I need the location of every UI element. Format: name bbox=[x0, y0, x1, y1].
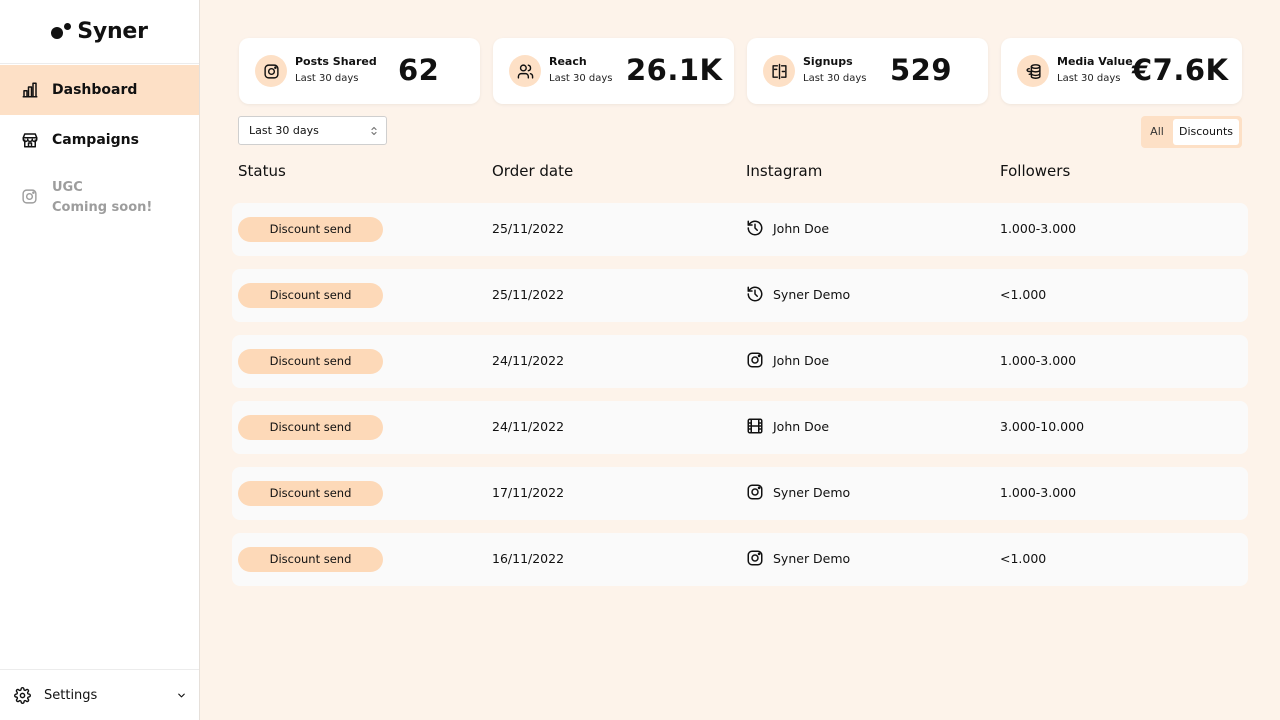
instagram-cell[interactable]: Syner Demo bbox=[746, 483, 850, 501]
table-row[interactable]: Discount send 25/11/2022 Syner Demo <1.0… bbox=[232, 269, 1248, 322]
toggle-discounts[interactable]: Discounts bbox=[1173, 119, 1239, 145]
table-row[interactable]: Discount send 16/11/2022 Syner Demo <1.0… bbox=[232, 533, 1248, 586]
followers-range: 1.000-3.000 bbox=[1000, 485, 1077, 500]
sidebar: Syner Dashboard Campaigns UGC Coming soo… bbox=[0, 0, 200, 720]
sidebar-item-dashboard[interactable]: Dashboard bbox=[0, 65, 199, 115]
instagram-name: John Doe bbox=[773, 220, 830, 236]
reel-icon bbox=[747, 418, 763, 434]
instagram-name: Syner Demo bbox=[773, 484, 851, 500]
column-header-followers: Followers bbox=[1000, 162, 1071, 180]
stat-period: Last 30 days bbox=[295, 73, 359, 84]
store-icon bbox=[22, 133, 38, 148]
sidebar-item-campaigns[interactable]: Campaigns bbox=[0, 115, 199, 165]
bar-chart-icon bbox=[22, 82, 38, 98]
followers-range: <1.000 bbox=[1000, 551, 1047, 566]
instagram-cell[interactable]: John Doe bbox=[746, 417, 829, 435]
logo-text: Syner bbox=[77, 19, 148, 44]
chevron-down-icon bbox=[178, 693, 185, 698]
column-header-status: Status bbox=[238, 162, 286, 180]
stat-card-reach: Reach Last 30 days 26.1K bbox=[493, 38, 734, 104]
signup-icon bbox=[763, 55, 795, 87]
instagram-name: Syner Demo bbox=[773, 286, 851, 302]
status-badge: Discount send bbox=[238, 217, 383, 242]
status-badge: Discount send bbox=[238, 349, 383, 374]
status-badge: Discount send bbox=[238, 283, 383, 308]
ugc-coming-soon: Coming soon! bbox=[52, 200, 153, 215]
stat-value: 62 bbox=[398, 53, 440, 87]
status-badge: Discount send bbox=[238, 481, 383, 506]
followers-range: <1.000 bbox=[1000, 287, 1047, 302]
status-badge: Discount send bbox=[238, 415, 383, 440]
coins-icon bbox=[1017, 55, 1049, 87]
instagram-name: Syner Demo bbox=[773, 550, 851, 566]
order-date: 16/11/2022 bbox=[492, 551, 565, 566]
table-row[interactable]: Discount send 17/11/2022 Syner Demo 1.00… bbox=[232, 467, 1248, 520]
logo[interactable]: Syner bbox=[0, 0, 199, 64]
table-row[interactable]: Discount send 25/11/2022 John Doe 1.000-… bbox=[232, 203, 1248, 256]
stat-value: 26.1K bbox=[626, 53, 723, 87]
stat-period: Last 30 days bbox=[549, 73, 613, 84]
period-select[interactable]: Last 30 days bbox=[238, 116, 387, 145]
stat-label: Reach bbox=[549, 55, 587, 68]
instagram-icon bbox=[22, 189, 37, 204]
stat-period: Last 30 days bbox=[1057, 73, 1121, 84]
stat-value: €7.6K bbox=[1132, 53, 1229, 87]
column-header-instagram: Instagram bbox=[746, 162, 823, 180]
instagram-icon bbox=[747, 352, 763, 368]
logo-mark-icon bbox=[51, 22, 73, 42]
users-icon bbox=[509, 55, 541, 87]
sidebar-item-label: Campaigns bbox=[52, 132, 139, 148]
history-icon bbox=[747, 286, 763, 302]
order-date: 24/11/2022 bbox=[492, 419, 565, 434]
order-date: 17/11/2022 bbox=[492, 485, 565, 500]
instagram-cell[interactable]: John Doe bbox=[746, 219, 829, 237]
followers-range: 3.000-10.000 bbox=[1000, 419, 1085, 434]
instagram-icon bbox=[747, 484, 763, 500]
followers-range: 1.000-3.000 bbox=[1000, 221, 1077, 236]
stat-card-media-value: Media Value Last 30 days €7.6K bbox=[1001, 38, 1242, 104]
instagram-cell[interactable]: Syner Demo bbox=[746, 285, 850, 303]
select-arrows-icon bbox=[371, 126, 377, 136]
instagram-name: John Doe bbox=[773, 352, 830, 368]
order-date: 25/11/2022 bbox=[492, 221, 565, 236]
followers-range: 1.000-3.000 bbox=[1000, 353, 1077, 368]
sidebar-item-label: Dashboard bbox=[52, 82, 138, 98]
gear-icon bbox=[14, 686, 31, 704]
sidebar-item-ugc: UGC Coming soon! bbox=[0, 178, 199, 224]
toggle-all[interactable]: All bbox=[1141, 116, 1173, 148]
table-row[interactable]: Discount send 24/11/2022 John Doe 3.000-… bbox=[232, 401, 1248, 454]
instagram-icon bbox=[255, 55, 287, 87]
period-select-value: Last 30 days bbox=[249, 124, 319, 137]
history-icon bbox=[747, 220, 763, 236]
instagram-icon bbox=[747, 550, 763, 566]
stat-card-posts-shared: Posts Shared Last 30 days 62 bbox=[239, 38, 480, 104]
status-badge: Discount send bbox=[238, 547, 383, 572]
stat-label: Posts Shared bbox=[295, 55, 377, 68]
settings-label: Settings bbox=[44, 687, 98, 703]
stat-value: 529 bbox=[890, 53, 953, 87]
instagram-cell[interactable]: Syner Demo bbox=[746, 549, 850, 567]
column-header-order-date: Order date bbox=[492, 162, 574, 180]
stat-card-signups: Signups Last 30 days 529 bbox=[747, 38, 988, 104]
order-date: 25/11/2022 bbox=[492, 287, 565, 302]
table-row[interactable]: Discount send 24/11/2022 John Doe 1.000-… bbox=[232, 335, 1248, 388]
settings-menu[interactable]: Settings bbox=[0, 669, 199, 720]
instagram-name: John Doe bbox=[773, 418, 830, 434]
order-date: 24/11/2022 bbox=[492, 353, 565, 368]
filter-toggle: All Discounts bbox=[1141, 116, 1242, 148]
ugc-label: UGC bbox=[52, 180, 83, 195]
stat-label: Media Value bbox=[1057, 55, 1133, 68]
stat-label: Signups bbox=[803, 55, 853, 68]
instagram-cell[interactable]: John Doe bbox=[746, 351, 829, 369]
stat-period: Last 30 days bbox=[803, 73, 867, 84]
